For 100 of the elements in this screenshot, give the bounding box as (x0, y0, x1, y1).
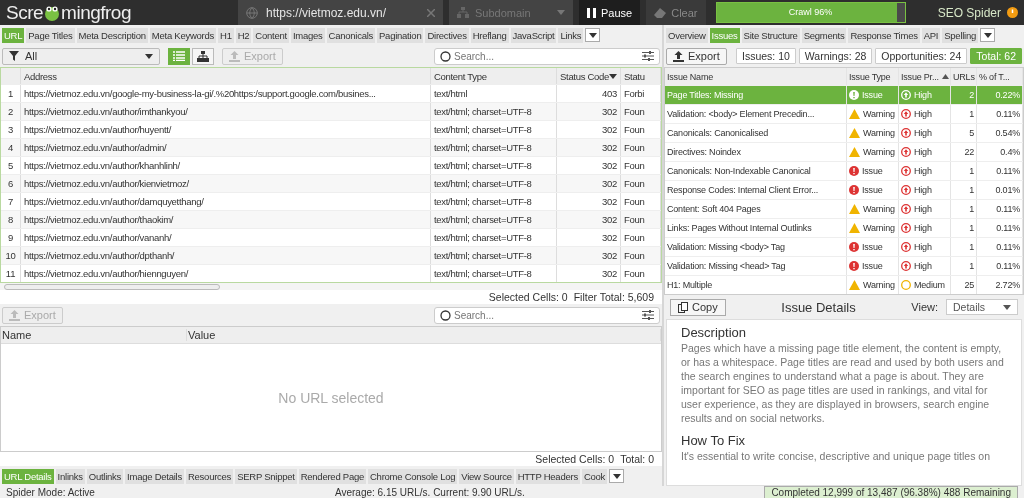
search-field[interactable]: Search... (434, 47, 660, 65)
spider-mode-text: Spider Mode: Active (6, 486, 95, 498)
tab[interactable]: Spelling (942, 27, 979, 43)
issue-row[interactable]: Canonicals: Non-Indexable Canonical Issue High 1 0.11% (665, 161, 1023, 180)
tab[interactable]: Resources (185, 468, 234, 484)
tab[interactable]: Outlinks (86, 468, 124, 484)
column-header[interactable]: Content Type (431, 68, 557, 84)
tab[interactable]: API (921, 27, 941, 43)
arrow-up-circle-icon (901, 166, 911, 176)
frog-logo-icon (43, 3, 62, 22)
sliders-icon (642, 51, 654, 61)
tab[interactable]: View Source (459, 468, 514, 484)
table-cell: 0.54% (977, 124, 1023, 142)
tabs-menu-button[interactable] (609, 469, 625, 483)
filter-dropdown[interactable]: All (2, 47, 160, 65)
circle-icon (901, 280, 911, 290)
table-cell: Issue (847, 257, 899, 275)
tab[interactable]: Segments (801, 27, 847, 43)
table-cell: Foun (621, 103, 661, 120)
column-header[interactable]: Address (21, 68, 431, 84)
table-cell: 302 (557, 103, 621, 120)
tab[interactable]: Images (290, 27, 325, 43)
scrollbar-thumb[interactable] (4, 283, 220, 290)
count-filter[interactable]: Warnings: 28 (798, 48, 873, 64)
table-cell: High (899, 124, 951, 142)
sliders-icon (642, 310, 654, 320)
search-input[interactable]: Search... (454, 50, 639, 62)
count-filter[interactable]: Opportunities: 24 (875, 48, 968, 64)
tab[interactable]: Image Details (125, 468, 184, 484)
issue-row[interactable]: Validation: Missing <body> Tag Issue High 1 0.11% (665, 237, 1023, 256)
copy-icon (678, 301, 689, 313)
table-cell: Medium (899, 276, 951, 294)
export-button[interactable]: Export (666, 47, 727, 65)
search-input[interactable]: Search... (454, 309, 639, 321)
column-header[interactable]: Value (187, 329, 661, 341)
table-cell: 0.22% (977, 86, 1023, 104)
issue-row[interactable]: Validation: <body> Element Precedin... Warning High 1 0.11% (665, 104, 1023, 123)
tab[interactable]: HTTP Headers (515, 468, 580, 484)
tabs-menu-button[interactable] (980, 28, 996, 42)
exclamation-icon (849, 261, 859, 271)
row-number: 8 (1, 211, 21, 228)
column-header[interactable]: Status Code (557, 68, 621, 84)
view-toggle[interactable] (192, 47, 214, 65)
column-header[interactable]: Name (1, 329, 187, 341)
issue-row[interactable]: Directives: Noindex Warning High 22 0.4% (665, 142, 1023, 161)
tab[interactable]: H1 (218, 27, 234, 43)
tab[interactable]: H2 (235, 27, 252, 43)
row-number: 6 (1, 175, 21, 192)
tab[interactable]: Page Titles (26, 27, 75, 43)
view-dropdown[interactable]: Details (946, 299, 1018, 315)
tab[interactable]: Rendered Page (298, 468, 366, 484)
issue-row[interactable]: Response Codes: Internal Client Error... Issue High 1 0.01% (665, 180, 1023, 199)
tab[interactable]: Overview (666, 27, 708, 43)
table-cell: Warning (847, 124, 899, 142)
url-field[interactable]: https://vietmoz.edu.vn/ (238, 0, 443, 25)
upload-icon (229, 50, 240, 62)
issue-row[interactable]: Content: Soft 404 Pages Warning High 1 0.11% (665, 199, 1023, 218)
selected-cells-text: Selected Cells: 0 (488, 291, 568, 303)
exclamation-icon (849, 185, 859, 195)
issue-row[interactable]: Canonicals: Canonicalised Warning High 5 0.54% (665, 123, 1023, 142)
caret-icon (983, 32, 992, 38)
tabs-menu-button[interactable] (585, 28, 601, 42)
table-cell: High (899, 181, 951, 199)
tab[interactable]: Content (253, 27, 289, 43)
issue-row[interactable]: Validation: Missing <head> Tag Issue High 1 0.11% (665, 256, 1023, 275)
tab[interactable]: Links (558, 27, 584, 43)
tab[interactable]: Response Times (848, 27, 920, 43)
copy-button[interactable]: Copy (670, 298, 726, 316)
tab[interactable]: Meta Description (76, 27, 148, 43)
table-cell: https://vietmoz.edu.vn/author/thaokim/ (21, 211, 431, 228)
panel-title: Issue Details (780, 299, 857, 315)
row-number: 11 (1, 265, 21, 282)
pause-button[interactable]: Pause (579, 0, 641, 25)
tab[interactable]: JavaScript (510, 27, 557, 43)
tab[interactable]: Directives (425, 27, 469, 43)
view-toggle[interactable] (168, 47, 190, 65)
tab[interactable]: Chrome Console Log (368, 468, 458, 484)
table-cell: 0.11% (977, 219, 1023, 237)
table-cell: Validation: Missing <head> Tag (665, 257, 847, 275)
table-cell: 302 (557, 211, 621, 228)
issue-row[interactable]: H1: Multiple Warning Medium 25 2.72% (665, 275, 1023, 294)
table-cell: Warning (847, 276, 899, 294)
column-header[interactable]: Statu (621, 68, 661, 84)
tab[interactable]: Hreflang (470, 27, 509, 43)
table-cell: 0.11% (977, 105, 1023, 123)
count-filter[interactable]: Issues: 10 (735, 48, 796, 64)
tab[interactable]: Cook (581, 468, 608, 484)
issue-row[interactable]: Links: Pages Without Internal Outlinks Warning High 1 0.11% (665, 218, 1023, 237)
globe-icon (246, 6, 258, 19)
tab[interactable]: Site Structure (741, 27, 800, 43)
tab[interactable]: Canonicals (326, 27, 376, 43)
arrow-up-circle-icon (901, 147, 911, 157)
sort-ascending-icon (941, 74, 949, 79)
search-field[interactable]: Search... (434, 306, 660, 324)
tab[interactable]: Meta Keywords (149, 27, 217, 43)
tab[interactable]: Inlinks (55, 468, 85, 484)
table-cell: text/html; charset=UTF-8 (431, 175, 557, 192)
tab[interactable]: Pagination (377, 27, 424, 43)
total-text: Total: 0 (620, 453, 654, 465)
tab[interactable]: SERP Snippet (235, 468, 297, 484)
